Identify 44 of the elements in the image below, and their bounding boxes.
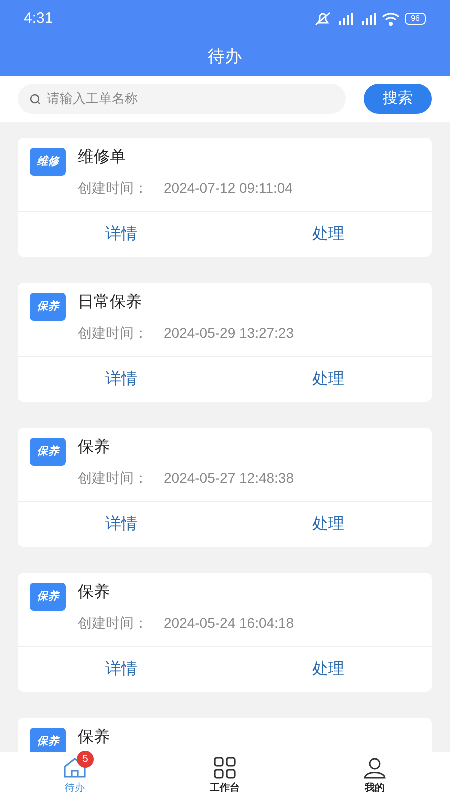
battery-indicator: 96 (405, 13, 426, 25)
order-type-badge: 保养 (30, 728, 66, 752)
process-link[interactable]: 处理 (312, 512, 344, 536)
order-type-badge: 保养 (30, 438, 66, 466)
order-title: 保养 (78, 438, 111, 458)
order-type-badge: 保养 (30, 583, 66, 611)
search-button[interactable]: 搜索 (364, 84, 432, 114)
count-badge: 5 (77, 750, 94, 768)
process-link[interactable]: 处理 (312, 368, 344, 392)
order-type-badge: 保养 (30, 293, 66, 321)
process-link[interactable]: 处理 (312, 658, 344, 682)
signal-icon (336, 13, 354, 25)
tab-item[interactable]: 工作台 (150, 752, 300, 800)
bell-off-icon (315, 12, 332, 26)
search-field[interactable]: 请输入工单名称 (18, 84, 346, 114)
details-link[interactable]: 详情 (106, 658, 138, 682)
process-link[interactable]: 处理 (312, 222, 344, 246)
created-time: 2024-05-24 16:04:18 (164, 614, 294, 633)
wifi-icon (382, 12, 400, 26)
created-label: 创建时间： (78, 469, 148, 488)
order-title: 日常保养 (78, 293, 143, 313)
search-input[interactable]: 请输入工单名称 (47, 89, 334, 109)
created-label: 创建时间： (78, 614, 148, 633)
order-type-badge: 维修 (30, 148, 66, 176)
user-icon (363, 756, 387, 778)
tab-item[interactable]: 我的 (300, 752, 450, 800)
created-time: 2024-05-27 12:48:38 (164, 469, 294, 488)
signal-icon (359, 13, 378, 25)
details-link[interactable]: 详情 (106, 222, 138, 246)
order-title: 维修单 (78, 148, 127, 168)
home-icon (63, 756, 87, 778)
created-time: 2024-07-12 09:11:04 (164, 179, 293, 198)
created-label: 创建时间： (78, 179, 148, 198)
details-link[interactable]: 详情 (106, 368, 138, 392)
order-title: 保养 (78, 728, 110, 748)
page-title: 待办 (208, 46, 242, 68)
details-link[interactable]: 详情 (106, 512, 138, 536)
status-time: 4:31 (24, 8, 54, 29)
order-title: 保养 (78, 583, 111, 603)
created-time: 2024-05-29 13:27:23 (164, 324, 294, 343)
tab-item[interactable]: 5 待办 (0, 752, 150, 800)
created-label: 创建时间： (78, 324, 148, 343)
search-icon (30, 94, 41, 104)
grid-icon (214, 756, 236, 778)
